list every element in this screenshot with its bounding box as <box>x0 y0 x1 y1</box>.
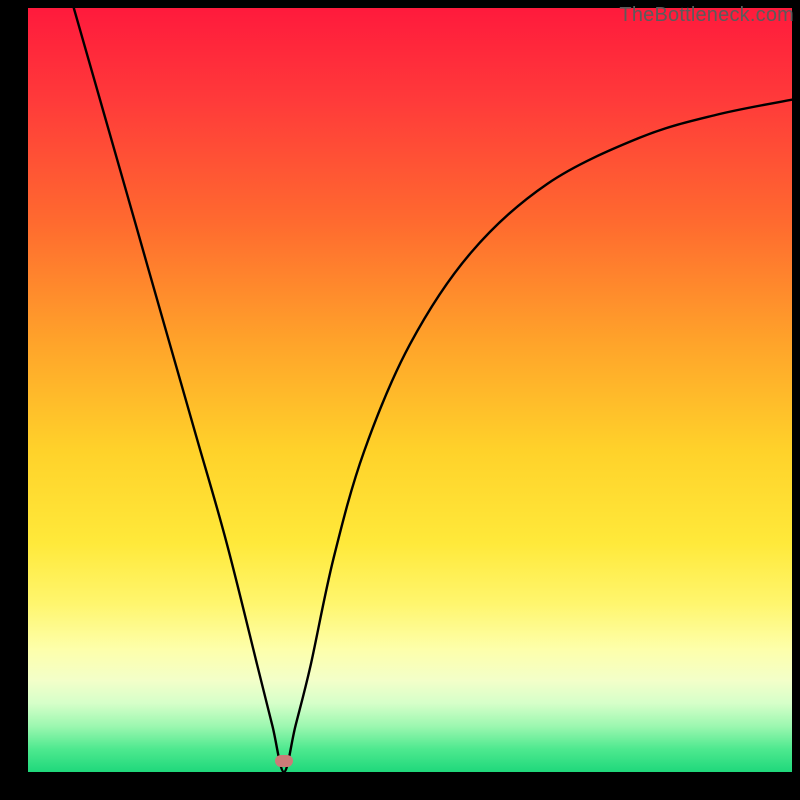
bottleneck-curve <box>28 8 792 772</box>
optimal-point-marker <box>275 755 293 767</box>
plot-area <box>28 8 792 772</box>
chart-stage: TheBottleneck.com <box>0 0 800 800</box>
watermark-text: TheBottleneck.com <box>619 4 794 27</box>
